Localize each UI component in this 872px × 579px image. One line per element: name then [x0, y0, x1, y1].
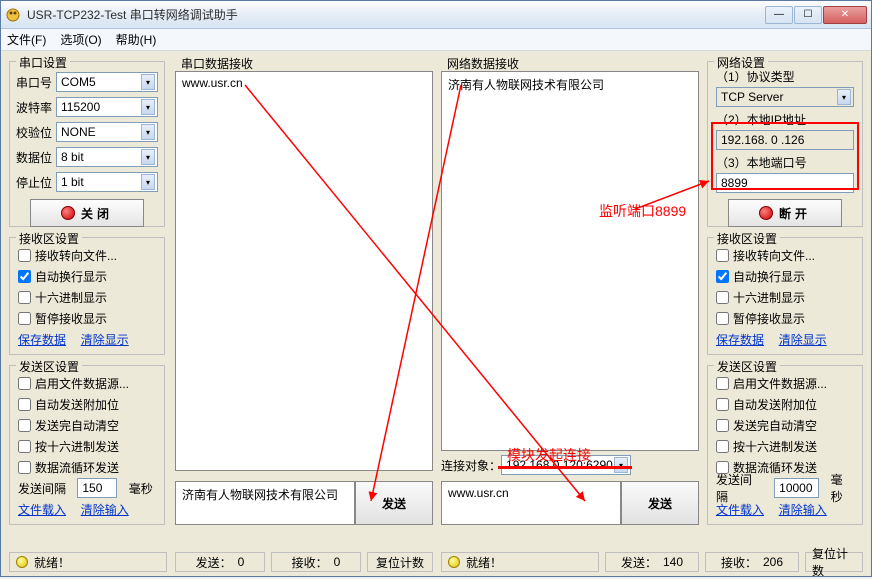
record-icon — [759, 206, 773, 220]
client-area: 串口设置 串口号COM5▾ 波特率115200▾ 校验位NONE▾ 数据位8 b… — [1, 51, 871, 576]
file-load-link-r[interactable]: 文件载入 — [716, 501, 764, 518]
net-recv-title: 网络数据接收 — [447, 55, 519, 72]
clear-input-link-r[interactable]: 清除输入 — [779, 501, 827, 518]
clear-display-link-r[interactable]: 清除显示 — [779, 331, 827, 348]
serial-recv-panel[interactable]: www.usr.cn — [175, 71, 433, 471]
stop-combo[interactable]: 1 bit▾ — [56, 172, 158, 192]
hex-send-check[interactable] — [18, 440, 31, 453]
clear-input-link[interactable]: 清除输入 — [81, 501, 129, 518]
save-data-link-r[interactable]: 保存数据 — [716, 331, 764, 348]
status-send-r: 发送：140 — [605, 552, 699, 572]
auto-wrap-check-r[interactable] — [716, 270, 729, 283]
net-recv-panel[interactable]: 济南有人物联网技术有限公司 — [441, 71, 699, 451]
net-recv-text: 济南有人物联网技术有限公司 — [448, 78, 604, 92]
auto-wrap-check[interactable] — [18, 270, 31, 283]
auto-clear-check[interactable] — [18, 419, 31, 432]
recv-settings-group-left: 接收区设置 接收转向文件... 自动换行显示 十六进制显示 暂停接收显示 保存数… — [9, 237, 165, 355]
save-data-link[interactable]: 保存数据 — [18, 331, 66, 348]
recv-settings-title: 接收区设置 — [16, 230, 82, 247]
send-settings-group-left: 发送区设置 启用文件数据源... 自动发送附加位 发送完自动清空 按十六进制发送… — [9, 365, 165, 525]
interval-input-r[interactable]: 10000 — [774, 478, 819, 498]
recv-to-file-check-r[interactable] — [716, 249, 729, 262]
net-send-button[interactable]: 发送 — [621, 481, 699, 525]
port-combo[interactable]: COM5▾ — [56, 72, 158, 92]
send-settings-group-right: 发送区设置 启用文件数据源... 自动发送附加位 发送完自动清空 按十六进制发送… — [707, 365, 863, 525]
menubar: 文件(F) 选项(O) 帮助(H) — [1, 29, 871, 51]
clear-display-link[interactable]: 清除显示 — [81, 331, 129, 348]
file-source-check-r[interactable] — [716, 377, 729, 390]
serial-close-button[interactable]: 关闭 — [30, 199, 144, 227]
app-window: USR-TCP232-Test 串口转网络调试助手 — ☐ ✕ 文件(F) 选项… — [0, 0, 872, 577]
interval-input[interactable]: 150 — [77, 478, 117, 498]
chevron-down-icon: ▾ — [141, 174, 155, 190]
minimize-button[interactable]: — — [765, 6, 793, 24]
chevron-down-icon: ▾ — [141, 124, 155, 140]
net-settings-title: 网络设置 — [714, 54, 768, 71]
recv-to-file-check[interactable] — [18, 249, 31, 262]
data-combo[interactable]: 8 bit▾ — [56, 147, 158, 167]
window-title: USR-TCP232-Test 串口转网络调试助手 — [27, 6, 765, 23]
conn-target-row: 连接对象： 192.168.0.120:6290▾ — [441, 455, 631, 475]
menu-options[interactable]: 选项(O) — [60, 31, 101, 48]
data-label: 数据位 — [16, 149, 56, 166]
send-settings-title: 发送区设置 — [16, 358, 82, 375]
recv-settings-group-right: 接收区设置 接收转向文件... 自动换行显示 十六进制显示 暂停接收显示 保存数… — [707, 237, 863, 355]
port-label: 串口号 — [16, 74, 56, 91]
conn-target-combo[interactable]: 192.168.0.120:6290▾ — [501, 455, 631, 475]
parity-label: 校验位 — [16, 124, 56, 141]
menu-file[interactable]: 文件(F) — [7, 31, 46, 48]
status-icon — [16, 556, 28, 568]
hex-display-check-r[interactable] — [716, 291, 729, 304]
serial-recv-title: 串口数据接收 — [181, 55, 253, 72]
record-icon — [61, 206, 75, 220]
baud-label: 波特率 — [16, 99, 56, 116]
hex-send-check-r[interactable] — [716, 440, 729, 453]
serial-settings-title: 串口设置 — [16, 54, 70, 71]
chevron-down-icon: ▾ — [141, 149, 155, 165]
close-button[interactable]: ✕ — [823, 6, 867, 24]
auto-append-check[interactable] — [18, 398, 31, 411]
status-ready-right: 就绪！ — [441, 552, 599, 572]
parity-combo[interactable]: NONE▾ — [56, 122, 158, 142]
net-disconnect-button[interactable]: 断开 — [728, 199, 842, 227]
local-port-input[interactable]: 8899 — [716, 173, 854, 193]
proto-combo[interactable]: TCP Server▾ — [716, 87, 854, 107]
status-send-l: 发送：0 — [175, 552, 265, 572]
local-ip-input[interactable]: 192.168. 0 .126 — [716, 130, 854, 150]
loop-send-check[interactable] — [18, 461, 31, 474]
menu-help[interactable]: 帮助(H) — [116, 31, 157, 48]
serial-settings-group: 串口设置 串口号COM5▾ 波特率115200▾ 校验位NONE▾ 数据位8 b… — [9, 61, 165, 227]
serial-send-input[interactable]: 济南有人物联网技术有限公司 — [175, 481, 355, 525]
reset-count-l[interactable]: 复位计数 — [367, 552, 433, 572]
net-send-input[interactable]: www.usr.cn — [441, 481, 621, 525]
titlebar: USR-TCP232-Test 串口转网络调试助手 — ☐ ✕ — [1, 1, 871, 29]
chevron-down-icon: ▾ — [141, 74, 155, 90]
auto-append-check-r[interactable] — [716, 398, 729, 411]
status-ready-left: 就绪！ — [9, 552, 167, 572]
status-recv-l: 接收：0 — [271, 552, 361, 572]
file-load-link[interactable]: 文件载入 — [18, 501, 66, 518]
pause-recv-check[interactable] — [18, 312, 31, 325]
chevron-down-icon: ▾ — [614, 457, 628, 473]
status-icon — [448, 556, 460, 568]
chevron-down-icon: ▾ — [141, 99, 155, 115]
reset-count-r[interactable]: 复位计数 — [805, 552, 863, 572]
auto-clear-check-r[interactable] — [716, 419, 729, 432]
chevron-down-icon: ▾ — [837, 89, 851, 105]
app-icon — [5, 7, 21, 23]
hex-display-check[interactable] — [18, 291, 31, 304]
serial-recv-text: www.usr.cn — [182, 76, 243, 90]
baud-combo[interactable]: 115200▾ — [56, 97, 158, 117]
file-source-check[interactable] — [18, 377, 31, 390]
net-settings-group: 网络设置 （1）协议类型 TCP Server▾ （2）本地IP地址 192.1… — [707, 61, 863, 227]
status-recv-r: 接收：206 — [705, 552, 799, 572]
maximize-button[interactable]: ☐ — [794, 6, 822, 24]
serial-send-button[interactable]: 发送 — [355, 481, 433, 525]
stop-label: 停止位 — [16, 174, 56, 191]
pause-recv-check-r[interactable] — [716, 312, 729, 325]
